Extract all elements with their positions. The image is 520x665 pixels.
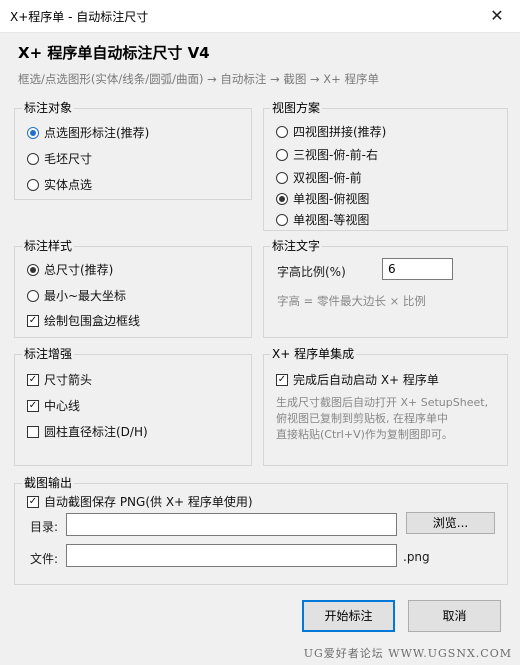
file-label: 文件: (30, 552, 59, 566)
cancel-button[interactable]: 取消 (408, 600, 501, 632)
start-button[interactable]: 开始标注 (302, 600, 395, 632)
page-subtitle: 框选/点选图形(实体/线条/圆弧/曲面) → 自动标注 → 截图 → X+ 程序… (18, 72, 379, 86)
integration-note: 生成尺寸截图后自动打开 X+ SetupSheet, 俯视图已复制到剪贴板, 在… (276, 396, 489, 441)
view-group-legend: 视图方案 (270, 101, 323, 115)
file-extension: .png (403, 550, 430, 564)
radio-selected-icon (276, 192, 288, 205)
radio-icon (27, 289, 39, 302)
radio-view-top[interactable]: 单视图-俯视图 (276, 190, 369, 207)
radio-style-minmax[interactable]: 最小~最大坐标 (27, 287, 126, 304)
radio-target-stock[interactable]: 毛坯尺寸 (27, 150, 92, 167)
checkbox-auto-launch[interactable]: ✓ 完成后自动启动 X+ 程序单 (276, 371, 439, 388)
window-title: X+程序单 - 自动标注尺寸 (10, 10, 149, 24)
style-group-legend: 标注样式 (22, 239, 75, 253)
checkmark-icon: ✓ (27, 373, 39, 386)
radio-style-total[interactable]: 总尺寸(推荐) (27, 261, 113, 278)
checkbox-cylinder-diameter[interactable]: 圆柱直径标注(D/H) (27, 423, 148, 440)
radio-selected-icon (27, 126, 39, 139)
enhance-group-legend: 标注增强 (22, 347, 75, 361)
radio-icon (276, 213, 288, 226)
checkmark-icon: ✓ (27, 314, 39, 327)
radio-target-solid[interactable]: 实体点选 (27, 176, 92, 193)
checkmark-icon: ✓ (27, 399, 39, 412)
checkmark-icon: ✓ (27, 495, 39, 508)
radio-view-iso[interactable]: 单视图-等视图 (276, 211, 369, 228)
text-height-input[interactable]: 6 (382, 258, 453, 280)
radio-icon (27, 178, 39, 191)
checkbox-centerline[interactable]: ✓ 中心线 (27, 397, 80, 414)
radio-view-three[interactable]: 三视图-俯-前-右 (276, 146, 378, 163)
radio-icon (27, 152, 39, 165)
text-height-formula: 字高 = 零件最大边长 × 比例 (277, 294, 426, 308)
checkbox-arrows[interactable]: ✓ 尺寸箭头 (27, 371, 92, 388)
radio-icon (276, 125, 288, 138)
file-input[interactable] (66, 544, 397, 567)
dir-input[interactable] (66, 513, 397, 536)
radio-view-two[interactable]: 双视图-俯-前 (276, 169, 362, 186)
radio-view-four[interactable]: 四视图拼接(推荐) (276, 123, 386, 140)
page-title: X+ 程序单自动标注尺寸 V4 (18, 44, 210, 62)
integration-group-legend: X+ 程序单集成 (270, 347, 357, 361)
dir-label: 目录: (30, 520, 59, 534)
target-group-legend: 标注对象 (22, 101, 75, 115)
checkbox-empty-icon (27, 425, 39, 438)
close-icon[interactable]: ✕ (474, 0, 520, 32)
radio-icon (276, 148, 288, 161)
radio-target-pick[interactable]: 点选图形标注(推荐) (27, 124, 149, 141)
watermark: UG爱好者论坛 WWW.UGSNX.COM (303, 647, 512, 660)
window-titlebar: X+程序单 - 自动标注尺寸 ✕ (0, 0, 520, 33)
checkbox-draw-bbox[interactable]: ✓ 绘制包围盒边框线 (27, 312, 140, 329)
browse-button[interactable]: 浏览... (406, 512, 495, 534)
radio-icon (276, 171, 288, 184)
text-height-label: 字高比例(%) (277, 265, 346, 279)
output-group-legend: 截图输出 (22, 476, 75, 490)
checkbox-auto-screenshot[interactable]: ✓ 自动截图保存 PNG(供 X+ 程序单使用) (27, 493, 253, 510)
checkmark-icon: ✓ (276, 373, 288, 386)
radio-selected-icon (27, 263, 39, 276)
text-group-legend: 标注文字 (270, 239, 323, 253)
